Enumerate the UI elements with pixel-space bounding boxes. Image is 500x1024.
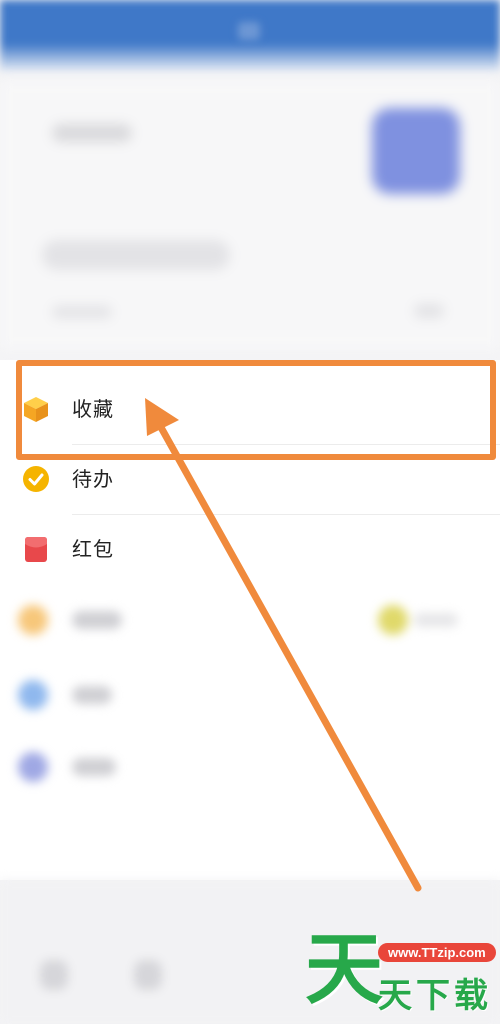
arrow-annotation: [145, 398, 422, 892]
watermark-logo: 天: [305, 925, 384, 1015]
watermark-url: www.TTzip.com: [378, 943, 496, 962]
watermark-text: 天下载: [378, 976, 492, 1016]
